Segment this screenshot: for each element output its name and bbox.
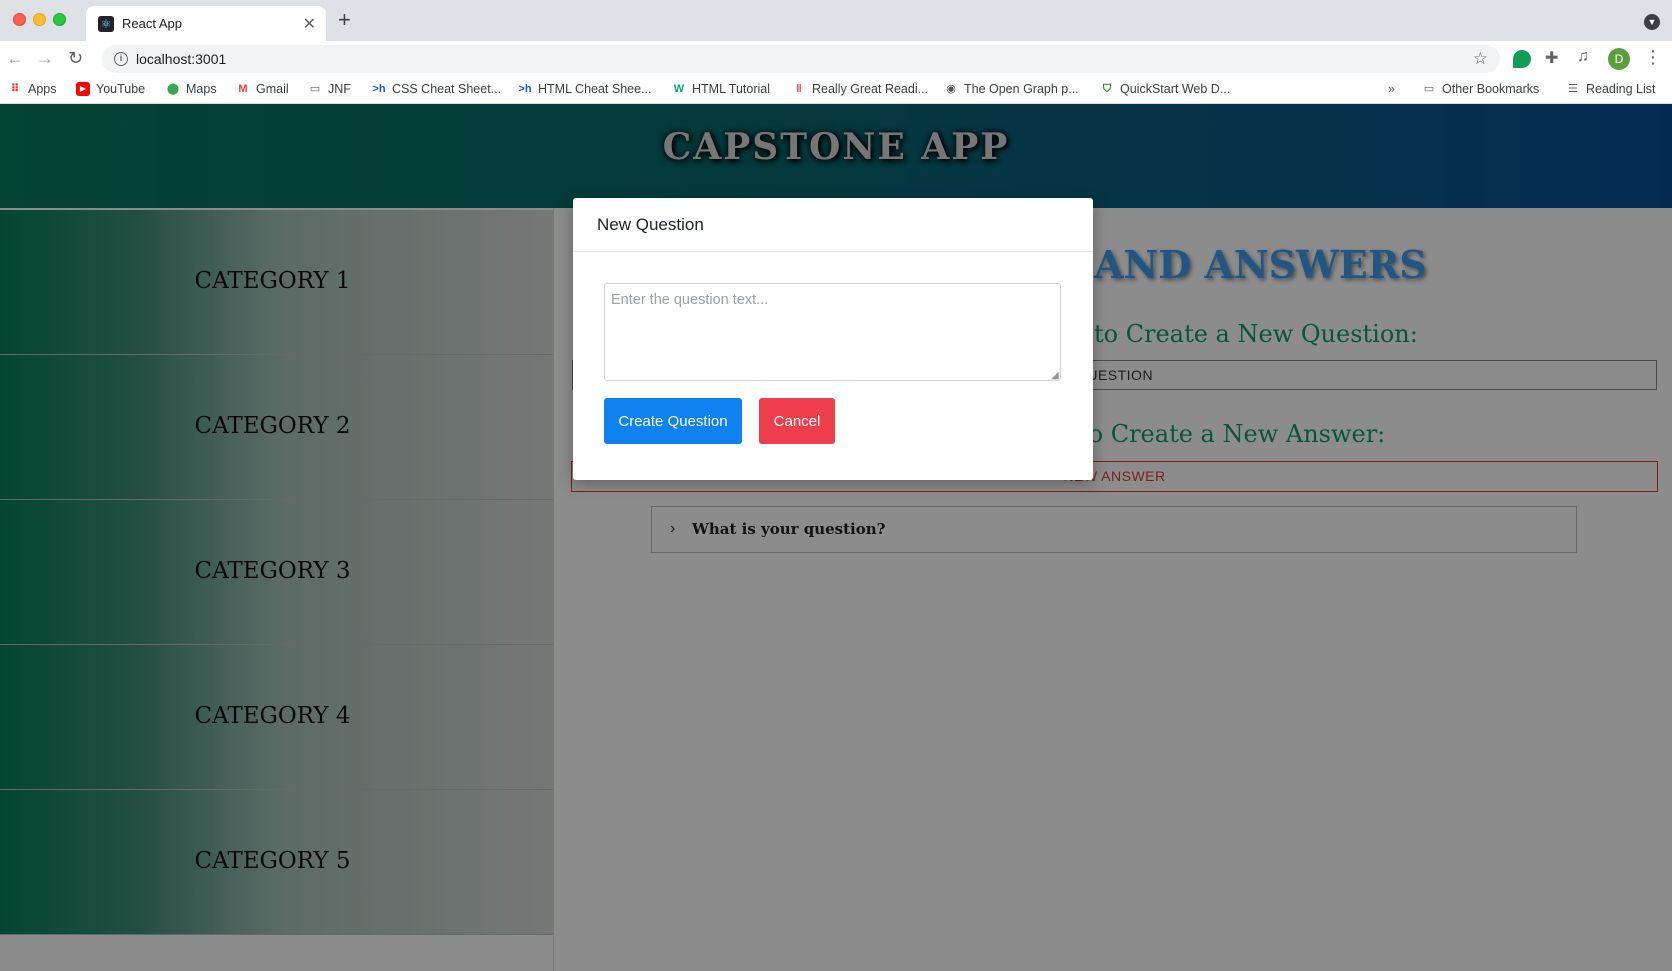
create-question-button[interactable]: Create Question	[604, 398, 742, 444]
modal-title: New Question	[597, 215, 704, 234]
reload-icon[interactable]: ↻	[68, 48, 83, 68]
bookmark-apps[interactable]: ⠿ Apps	[8, 82, 57, 96]
bookmark-reading-list[interactable]: ☰ Reading List	[1566, 82, 1655, 96]
browser-menu-icon[interactable]: ⋮	[1644, 47, 1662, 68]
maximize-window-button[interactable]	[53, 13, 66, 26]
shield-icon: ⛉	[1102, 83, 1112, 95]
bookmark-maps[interactable]: ⬤ Maps	[166, 82, 217, 96]
close-window-button[interactable]	[13, 13, 26, 26]
browser-toolbar: ← → ↻ i localhost:3001 ☆ ✚ ♫ D ⋮	[0, 41, 1672, 77]
bookmark-css-cheat-sheet[interactable]: >h CSS Cheat Sheet...	[372, 82, 501, 96]
extensions-puzzle-icon[interactable]: ✚	[1545, 48, 1563, 67]
folder-icon: ▭	[1423, 83, 1435, 95]
extension-green-icon[interactable]	[1513, 50, 1531, 68]
bookmark-quickstart[interactable]: ⛉ QuickStart Web D...	[1100, 82, 1230, 96]
tab-search-icon[interactable]: ▼	[1644, 14, 1660, 30]
url-text[interactable]: localhost:3001	[136, 51, 226, 67]
maps-icon: ⬤	[166, 83, 180, 95]
apps-grid-icon: ⠿	[10, 83, 20, 95]
bookmark-html-tutorial[interactable]: W HTML Tutorial	[672, 82, 770, 96]
media-control-icon[interactable]: ♫	[1577, 48, 1595, 66]
modal-header: New Question	[573, 198, 1093, 252]
bars-icon: ‖	[796, 83, 802, 95]
bookmark-jnf[interactable]: ▭ JNF	[308, 82, 351, 96]
more-bookmarks-chevron-icon[interactable]: »	[1388, 82, 1395, 96]
tab-title: React App	[122, 16, 182, 31]
reading-list-icon: ☰	[1568, 83, 1578, 95]
react-icon: ⚛	[98, 16, 114, 32]
hackr-icon: >h	[518, 83, 532, 95]
back-arrow-icon[interactable]: ←	[6, 48, 24, 68]
hackr-icon: >h	[372, 83, 386, 95]
close-tab-icon[interactable]: ✕	[303, 14, 316, 34]
bookmark-gmail[interactable]: M Gmail	[236, 82, 288, 96]
bookmark-open-graph[interactable]: ◉ The Open Graph p...	[944, 82, 1078, 96]
info-icon[interactable]: i	[114, 52, 128, 66]
youtube-icon: ▶	[76, 82, 90, 96]
address-bar[interactable]: i localhost:3001 ☆	[102, 45, 1500, 73]
bookmark-html-cheat-sheet[interactable]: >h HTML Cheat Shee...	[518, 82, 651, 96]
minimize-window-button[interactable]	[33, 13, 46, 26]
bookmark-really-great-reading[interactable]: ‖ Really Great Readi...	[792, 82, 928, 96]
opengraph-icon: ◉	[946, 83, 956, 95]
browser-tab-bar: ⚛ React App ✕ + ▼	[0, 0, 1672, 41]
w3schools-icon: W	[673, 83, 685, 95]
new-tab-button[interactable]: +	[338, 9, 351, 31]
gmail-icon: M	[238, 83, 248, 95]
cancel-button[interactable]: Cancel	[759, 398, 835, 444]
folder-icon: ▭	[309, 83, 321, 95]
bookmark-star-icon[interactable]: ☆	[1473, 49, 1488, 69]
forward-arrow-icon[interactable]: →	[36, 48, 54, 68]
app-page: CAPSTONE APP CATEGORY 1 CATEGORY 2 CATEG…	[0, 104, 1672, 971]
browser-tab-active[interactable]: ⚛ React App ✕	[86, 6, 326, 41]
new-question-modal: New Question ◢ Create Question Cancel	[573, 198, 1093, 480]
bookmark-youtube[interactable]: ▶ YouTube	[76, 82, 145, 96]
profile-avatar[interactable]: D	[1608, 48, 1630, 70]
resize-grip-icon[interactable]: ◢	[1051, 371, 1059, 381]
bookmark-other-bookmarks[interactable]: ▭ Other Bookmarks	[1422, 82, 1539, 96]
bookmarks-bar: ⠿ Apps ▶ YouTube ⬤ Maps M Gmail ▭ JNF >h CSS C…	[0, 77, 1672, 104]
question-text-input[interactable]	[604, 283, 1061, 381]
